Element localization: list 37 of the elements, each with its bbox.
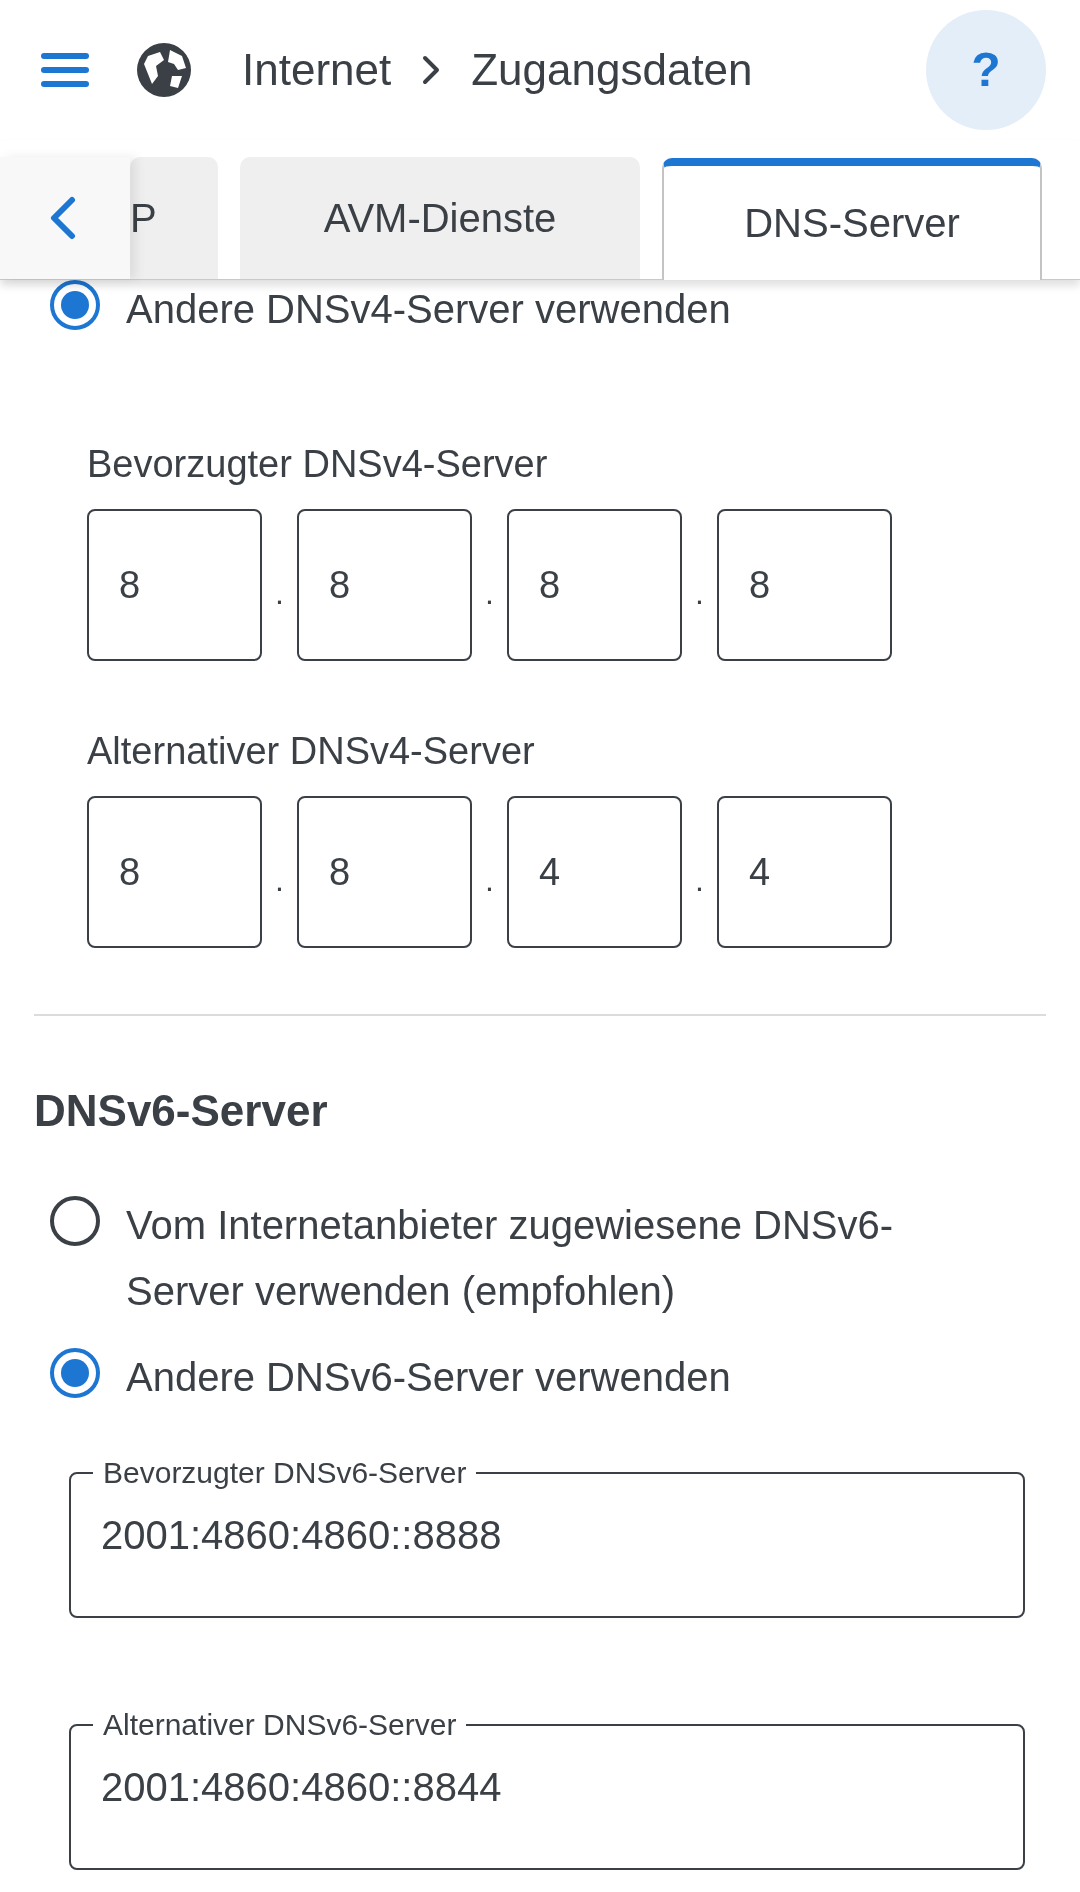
radio-button[interactable] — [50, 280, 100, 330]
radio-button[interactable] — [50, 1196, 100, 1246]
radio-label[interactable]: Vom Internetanbieter zugewiesene DNSv6-Server verwenden (empfohlen) — [126, 1192, 936, 1324]
breadcrumb-item[interactable]: Internet — [242, 37, 392, 103]
menu-icon[interactable] — [40, 50, 90, 90]
input-field[interactable]: 4 — [717, 796, 892, 948]
input-field[interactable]: 4 — [507, 796, 682, 948]
tab[interactable]: AVM-Dienste — [240, 157, 640, 279]
separator-dot: . — [694, 574, 705, 613]
separator-dot: . — [274, 861, 285, 900]
chevron-left-icon[interactable] — [48, 196, 76, 240]
separator-dot: . — [484, 574, 495, 613]
scroll-left-button[interactable] — [0, 157, 130, 279]
field-label: Bevorzugter DNSv4-Server — [86, 442, 549, 487]
tab[interactable]: DNS-Server — [662, 158, 1042, 280]
input-field[interactable]: 2001:4860:4860::8844 — [101, 1757, 993, 1817]
section-heading: DNSv6-Server — [34, 1085, 329, 1137]
separator-dot: . — [274, 574, 285, 613]
breadcrumb-item[interactable]: Zugangsdaten — [471, 37, 753, 103]
field-label: Alternativer DNSv4-Server — [86, 729, 536, 774]
help-button[interactable]: ? — [926, 10, 1046, 130]
radio-button[interactable] — [50, 1348, 100, 1398]
field-label: Bevorzugter DNSv6-Server — [102, 1455, 468, 1491]
separator-dot: . — [694, 861, 705, 900]
tab[interactable]: P — [130, 157, 218, 279]
separator-dot: . — [484, 861, 495, 900]
input-field[interactable]: 2001:4860:4860::8888 — [101, 1505, 993, 1565]
globe-icon — [134, 40, 194, 100]
input-field[interactable]: 8 — [87, 509, 262, 661]
chevron-right-icon — [421, 54, 442, 86]
radio-label[interactable]: Andere DNSv6-Server verwenden — [126, 1344, 731, 1410]
input-field[interactable]: 8 — [717, 509, 892, 661]
input-field[interactable]: 8 — [87, 796, 262, 948]
input-field[interactable]: 8 — [297, 796, 472, 948]
input-field[interactable]: 8 — [297, 509, 472, 661]
field-label: Alternativer DNSv6-Server — [102, 1707, 458, 1743]
input-field[interactable]: 8 — [507, 509, 682, 661]
